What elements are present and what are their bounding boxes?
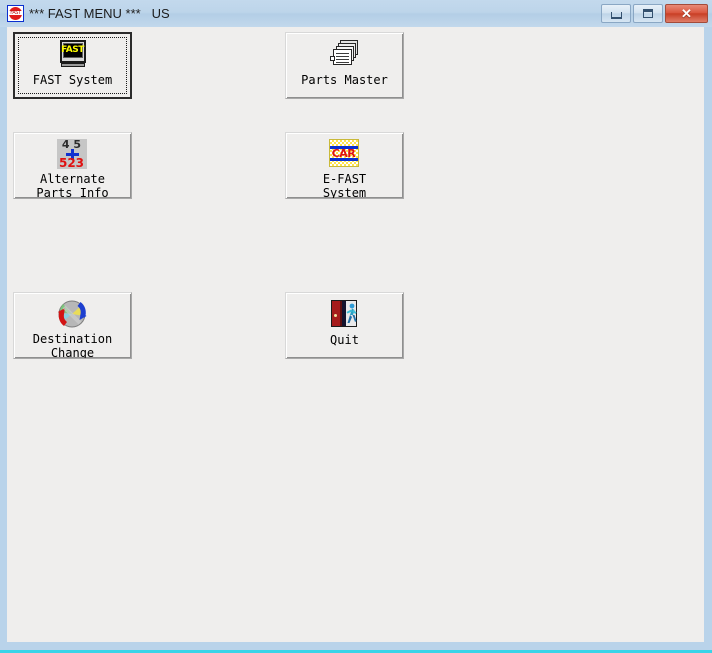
menu-button-parts-master[interactable]: Parts Master xyxy=(285,32,404,99)
title-bar[interactable]: FAST *** FAST MENU *** US ✕ xyxy=(0,0,712,27)
menu-button-label-e-fast-system: E-FAST System xyxy=(322,172,367,199)
monitor-fast-icon: FAST xyxy=(57,39,89,71)
menu-button-fast-system[interactable]: FAST FAST System xyxy=(13,32,132,99)
menu-button-label-quit: Quit xyxy=(330,333,359,347)
document-stack-icon xyxy=(329,39,361,71)
maximize-button[interactable] xyxy=(633,4,663,23)
minimize-button[interactable] xyxy=(601,4,631,23)
menu-button-label-destination-change: Destination Change xyxy=(32,332,113,359)
exit-door-icon xyxy=(329,299,361,331)
number-substitution-icon-bottom-text: 523 xyxy=(58,157,85,169)
minimize-icon xyxy=(610,11,622,19)
window-title: *** FAST MENU *** US xyxy=(29,6,170,21)
menu-button-label-fast-system: FAST System xyxy=(32,73,113,87)
circular-arrows-icon xyxy=(57,299,89,331)
close-button[interactable]: ✕ xyxy=(665,4,708,23)
menu-button-label-alternate-parts-info: Alternate Parts Info xyxy=(36,172,109,199)
menu-button-quit[interactable]: Quit xyxy=(285,292,404,359)
maximize-icon xyxy=(643,9,653,18)
client-area: FAST FAST System Parts Master 4 5 523 Al… xyxy=(7,27,704,642)
menu-button-alternate-parts-info[interactable]: 4 5 6 523 Alternate Parts Info xyxy=(13,132,132,199)
number-substitution-icon: 4 5 6 523 xyxy=(56,139,89,171)
menu-button-label-parts-master: Parts Master xyxy=(301,73,388,87)
close-icon: ✕ xyxy=(681,6,692,21)
menu-button-destination-change[interactable]: Destination Change xyxy=(13,292,132,359)
application-window: FAST *** FAST MENU *** US ✕ FAST FAST Sy… xyxy=(0,0,712,653)
monitor-fast-icon-text: FAST xyxy=(61,45,84,55)
menu-button-e-fast-system[interactable]: CAR E-FAST System xyxy=(285,132,404,199)
fast-app-icon[interactable]: FAST xyxy=(7,5,24,22)
car-plate-icon-text: CAR xyxy=(331,147,356,160)
car-plate-icon: CAR xyxy=(328,139,361,171)
app-icon-text: FAST xyxy=(10,10,21,16)
caption-button-group: ✕ xyxy=(601,4,708,23)
